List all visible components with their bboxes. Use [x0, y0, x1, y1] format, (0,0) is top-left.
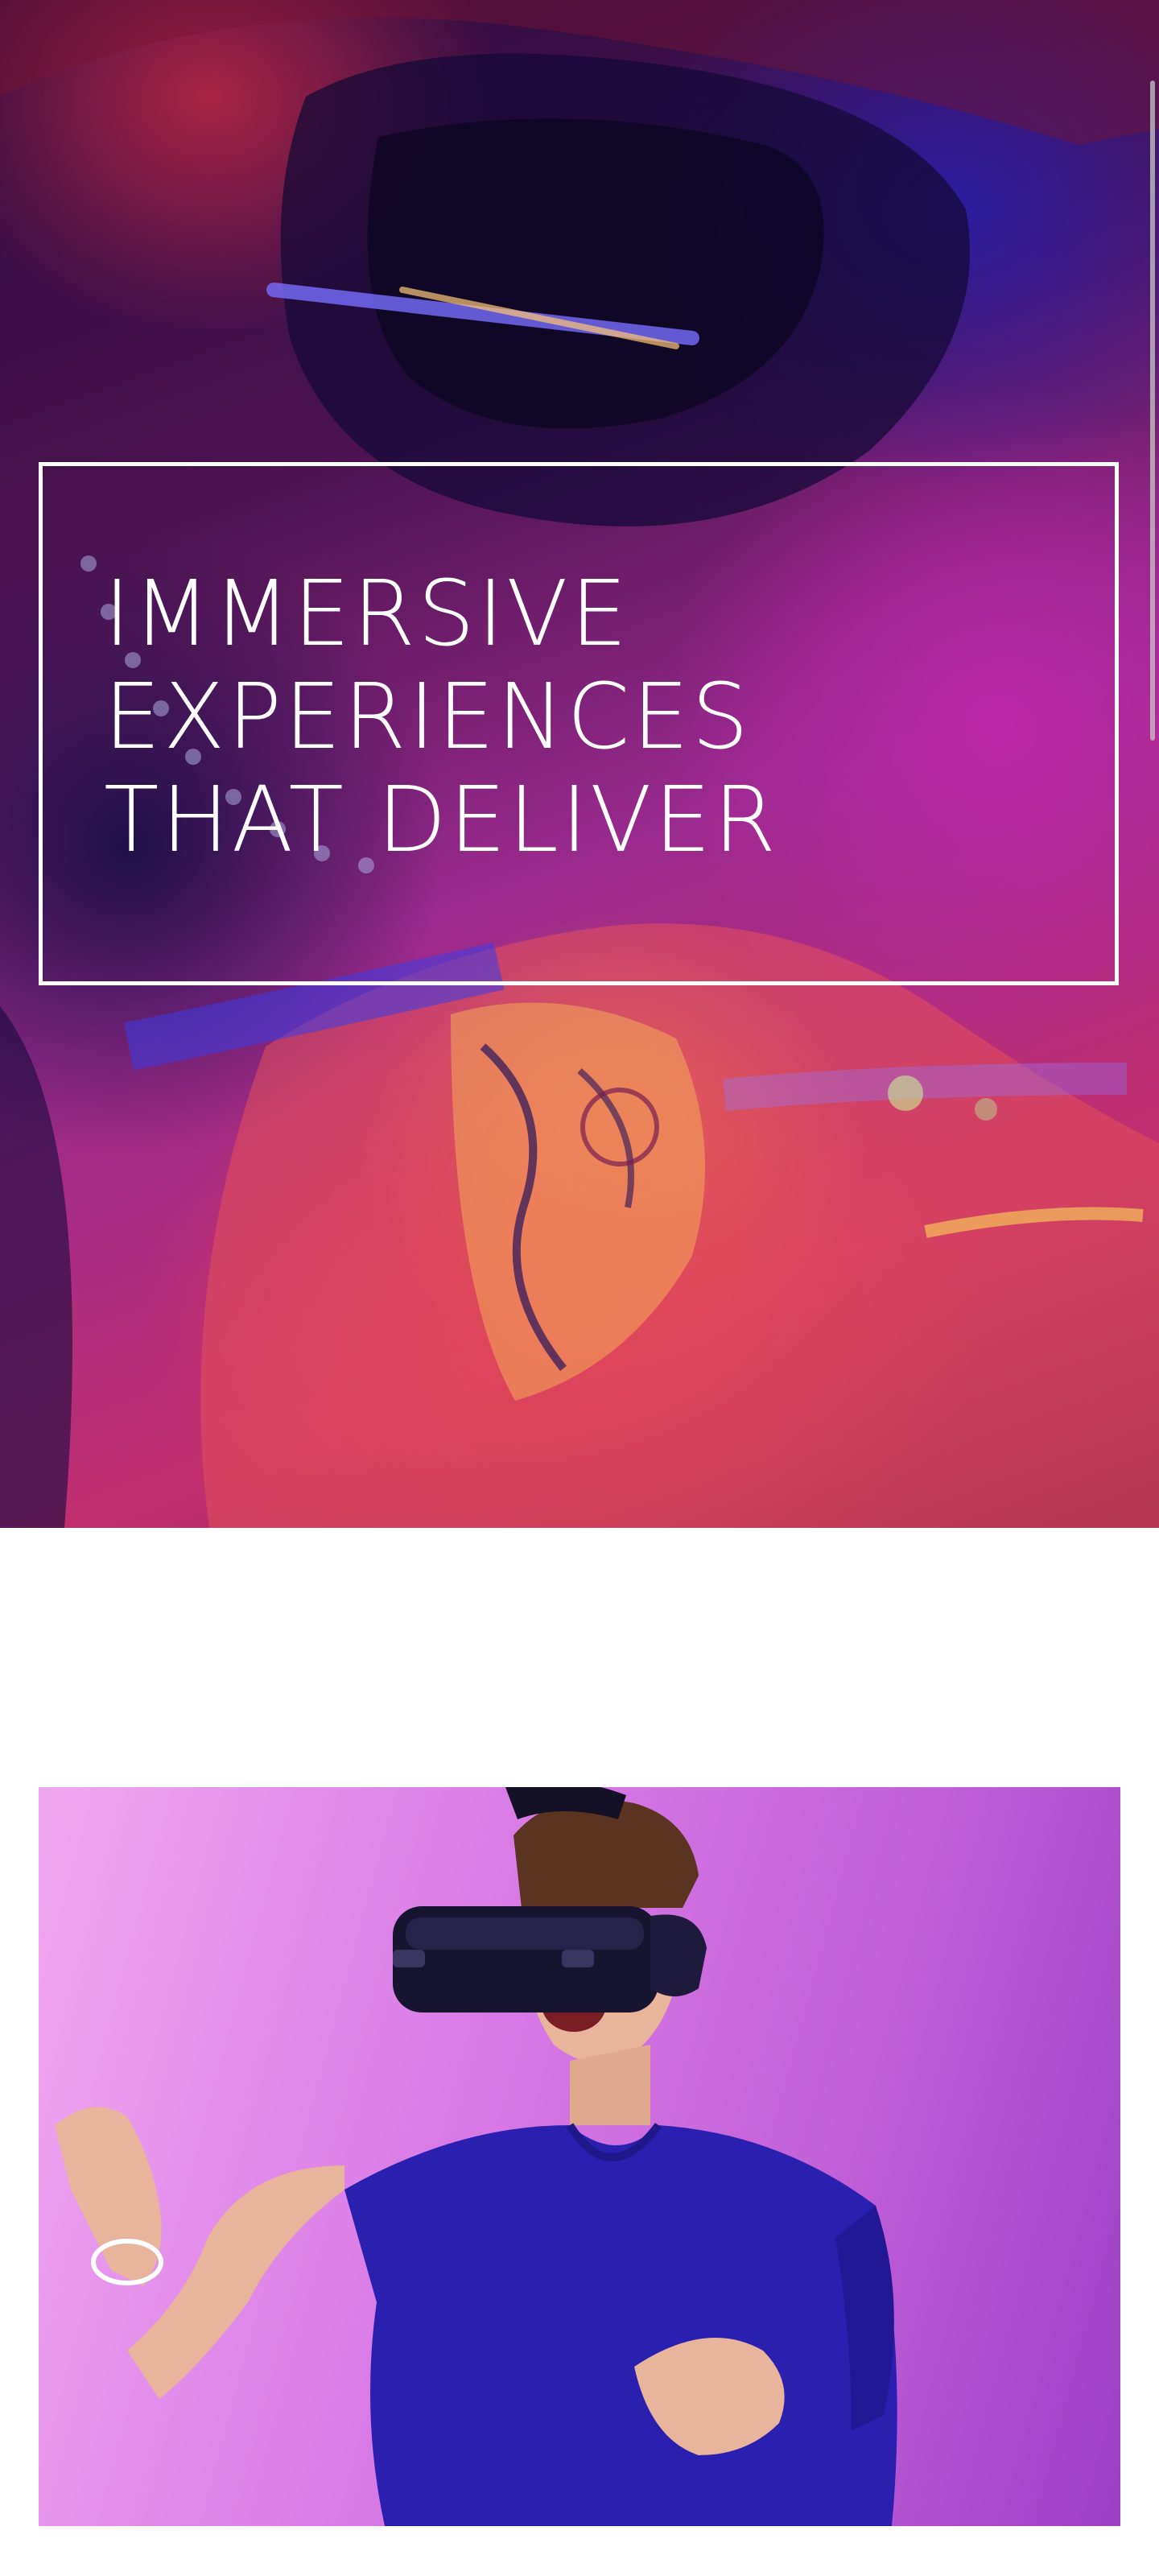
vr-user-illustration	[55, 1787, 897, 2526]
headline-line-2: EXPERIENCES	[104, 665, 752, 770]
headline-line-1: IMMERSIVE	[104, 562, 630, 667]
headline-frame: IMMERSIVE EXPERIENCES THAT DELIVER	[39, 462, 1119, 985]
headline-line-3: THAT DELIVER	[104, 768, 779, 873]
vr-user-photo	[39, 1787, 1120, 2526]
hero-headline: IMMERSIVE EXPERIENCES THAT DELIVER	[104, 563, 778, 872]
page: IMMERSIVE EXPERIENCES THAT DELIVER	[0, 0, 1159, 2576]
hero-section: IMMERSIVE EXPERIENCES THAT DELIVER	[0, 0, 1159, 1528]
scrollbar[interactable]	[1146, 80, 1159, 741]
scrollbar-thumb[interactable]	[1150, 80, 1155, 741]
